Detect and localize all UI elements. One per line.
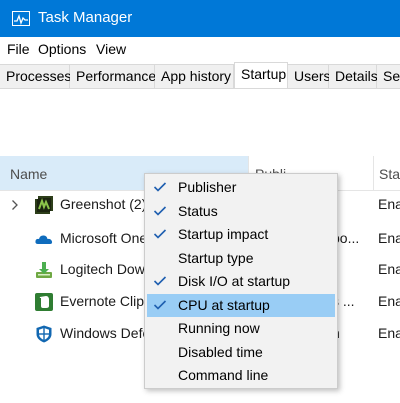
row-name: Windows Defe	[60, 325, 151, 341]
menu-item-status[interactable]: Status	[147, 200, 335, 223]
tab-app-history[interactable]: App history	[155, 64, 234, 88]
menu-item-disabled-time[interactable]: Disabled time	[147, 341, 335, 364]
row-name: Evernote Clipp	[60, 293, 152, 309]
column-context-menu: Publisher Status Startup impact Startup …	[144, 173, 338, 389]
row-status: Ena	[378, 196, 400, 212]
menu-item-label: Publisher	[178, 179, 237, 195]
menu-item-command-line[interactable]: Command line	[147, 364, 335, 387]
tab-services[interactable]: Ser	[377, 64, 400, 88]
checkmark-icon	[153, 204, 167, 216]
menu-item-label: Startup type	[178, 249, 254, 266]
checkmark-icon	[153, 180, 167, 192]
menu-item-publisher[interactable]: Publisher	[147, 176, 335, 199]
menu-item-label: Status	[178, 202, 218, 219]
menu-item-label: Command line	[178, 367, 269, 383]
greenshot-icon	[35, 196, 53, 214]
menu-item-startup-impact[interactable]: Startup impact	[147, 223, 335, 246]
evernote-icon	[35, 293, 53, 311]
tab-performance[interactable]: Performance	[70, 64, 156, 88]
menu-item-running-now[interactable]: Running now	[147, 317, 335, 340]
chevron-right-icon[interactable]	[11, 198, 19, 210]
checkmark-icon	[153, 298, 167, 310]
menu-item-label: CPU at startup	[178, 296, 270, 313]
windows-defender-icon	[35, 325, 53, 343]
menu-file[interactable]: File	[7, 41, 30, 57]
menu-bar: File Options View	[0, 37, 400, 62]
tab-processes[interactable]: Processes	[0, 64, 71, 88]
logitech-download-icon	[35, 261, 53, 279]
menu-item-startup-type[interactable]: Startup type	[147, 247, 335, 270]
row-name: Greenshot (2)	[60, 196, 147, 212]
row-name: Logitech Dow	[60, 261, 145, 277]
row-status: Ena	[378, 293, 400, 309]
tab-startup[interactable]: Startup	[234, 62, 288, 88]
menu-item-label: Startup impact	[178, 226, 269, 242]
tab-users[interactable]: Users	[288, 64, 331, 88]
menu-item-cpu-at-startup[interactable]: CPU at startup	[147, 293, 335, 317]
column-status[interactable]: Sta	[374, 156, 400, 190]
menu-item-label: Running now	[178, 320, 260, 336]
tab-strip: Processes Performance App history Startu…	[0, 62, 400, 89]
checkmark-icon	[153, 227, 167, 239]
checkmark-icon	[153, 274, 167, 286]
tab-details[interactable]: Details	[329, 64, 378, 88]
onedrive-icon	[35, 230, 53, 248]
menu-item-label: Disk I/O at startup	[178, 273, 291, 289]
menu-view[interactable]: View	[96, 41, 126, 57]
title-bar: Task Manager	[0, 0, 400, 37]
column-name-label: Name	[10, 166, 48, 182]
row-status: Ena	[378, 230, 400, 246]
task-manager-icon	[12, 11, 30, 26]
menu-options[interactable]: Options	[38, 41, 86, 57]
window-title: Task Manager	[38, 9, 133, 26]
row-name: Microsoft One	[60, 230, 148, 246]
row-status: Ena	[378, 261, 400, 277]
column-status-label: Sta	[379, 166, 400, 182]
menu-item-label: Disabled time	[178, 343, 263, 360]
row-status: Ena	[378, 325, 400, 341]
menu-item-disk-io-at-startup[interactable]: Disk I/O at startup	[147, 270, 335, 293]
